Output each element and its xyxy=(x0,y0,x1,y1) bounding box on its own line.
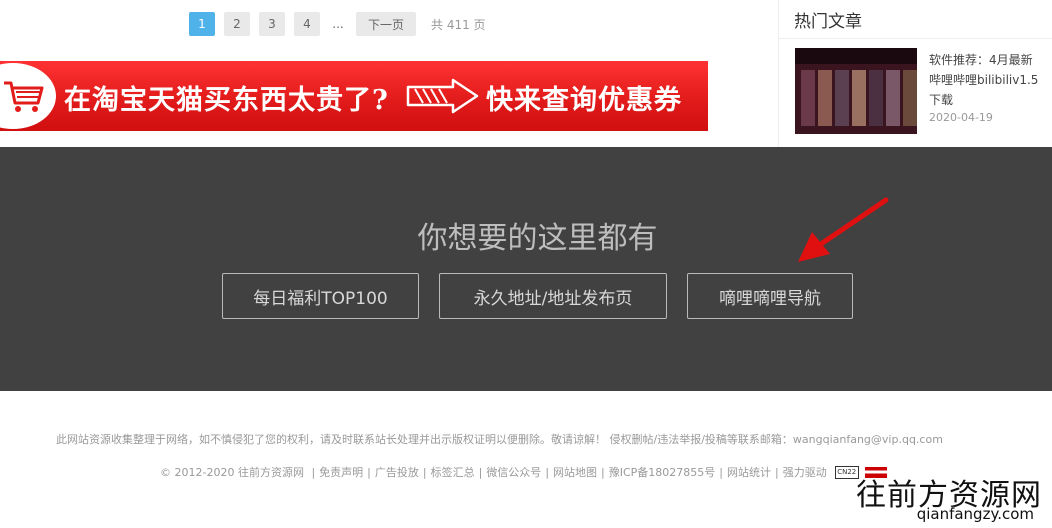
pagination-ellipsis: ... xyxy=(332,17,344,31)
promo-right-text: 快来查询优惠券 xyxy=(486,85,682,116)
pagination: 1 2 3 4 ... 下一页 共 411 页 xyxy=(189,11,486,37)
article-title-line: 下载 xyxy=(929,93,954,107)
thumbnail-cover xyxy=(903,70,917,126)
footer-copyright: © 2012-2020 往前方资源网 xyxy=(160,466,304,479)
arrow-right-icon xyxy=(406,78,479,114)
footer-link-disclaimer[interactable]: 免责声明 xyxy=(319,464,363,480)
permanent-address-button[interactable]: 永久地址/地址发布页 xyxy=(439,273,667,319)
page-total: 共 411 页 xyxy=(431,17,486,32)
footer-link-powered[interactable]: 强力驱动 xyxy=(783,464,827,480)
top-section: 1 2 3 4 ... 下一页 共 411 页 在淘宝天猫买东西太贵了? 快来查… xyxy=(0,0,1052,147)
promo-left-text: 在淘宝天猫买东西太贵了? xyxy=(64,85,389,116)
thumbnail-cover xyxy=(835,70,849,126)
thumbnail-cover xyxy=(801,70,815,126)
footer-links: © 2012-2020 往前方资源网 | 免责声明 | 广告投放 | 标签汇总 | 微… xyxy=(160,464,891,480)
page-2-button[interactable]: 2 xyxy=(224,12,250,36)
next-page-button[interactable]: 下一页 xyxy=(356,12,417,36)
banner-headline: 你想要的这里都有 xyxy=(417,221,658,256)
article-title-link[interactable]: 软件推荐：4月最新 哔哩哔哩bilibiliv1.5 下载 xyxy=(929,50,1052,110)
thumbnail-cover xyxy=(818,70,832,126)
article-title-line: 哔哩哔哩bilibiliv1.5 xyxy=(929,73,1039,87)
feature-banner: 你想要的这里都有 每日福利TOP100 永久地址/地址发布页 嘀哩嘀哩导航 xyxy=(0,147,1052,391)
thumbnail-topbar xyxy=(795,48,917,64)
divider xyxy=(779,38,1052,39)
thumbnail-cover xyxy=(852,70,866,126)
hot-articles-sidebar: 热门文章 软件推荐：4月最新 哔哩哔哩bilibiliv1.5 下载 2020-… xyxy=(778,0,1052,147)
footer-link-sitemap[interactable]: 网站地图 xyxy=(553,464,597,480)
footer-link-icp[interactable]: 豫ICP备18027855号 xyxy=(609,464,716,480)
thumbnail-cover xyxy=(869,70,883,126)
page-4-button[interactable]: 4 xyxy=(294,12,320,36)
page-3-button[interactable]: 3 xyxy=(259,12,285,36)
footer-link-tags[interactable]: 标签汇总 xyxy=(431,464,475,480)
footer-disclaimer: 此网站资源收集整理于网络，如不慎侵犯了您的权利，请及时联系站长处理并出示版权证明… xyxy=(56,433,943,446)
hot-articles-title: 热门文章 xyxy=(794,12,862,32)
article-title-line: 软件推荐：4月最新 xyxy=(929,53,1033,67)
article-thumbnail[interactable] xyxy=(795,48,917,134)
coupon-promo-banner[interactable]: 在淘宝天猫买东西太贵了? 快来查询优惠券 xyxy=(0,61,708,131)
watermark-en: qianfangzy.com xyxy=(916,505,1034,523)
daily-welfare-button[interactable]: 每日福利TOP100 xyxy=(222,273,419,319)
shopping-cart-icon xyxy=(4,81,44,112)
thumbnail-cover xyxy=(886,70,900,126)
dilidili-nav-button[interactable]: 嘀哩嘀哩导航 xyxy=(687,273,853,319)
footer-link-ads[interactable]: 广告投放 xyxy=(375,464,419,480)
main-column: 1 2 3 4 ... 下一页 共 411 页 在淘宝天猫买东西太贵了? 快来查… xyxy=(0,0,778,147)
footer-link-stats[interactable]: 网站统计 xyxy=(727,464,771,480)
article-date: 2020-04-19 xyxy=(929,111,993,124)
red-pointer-arrow xyxy=(798,197,889,262)
footer-link-wechat[interactable]: 微信公众号 xyxy=(486,464,541,480)
page-1-button[interactable]: 1 xyxy=(189,12,215,36)
